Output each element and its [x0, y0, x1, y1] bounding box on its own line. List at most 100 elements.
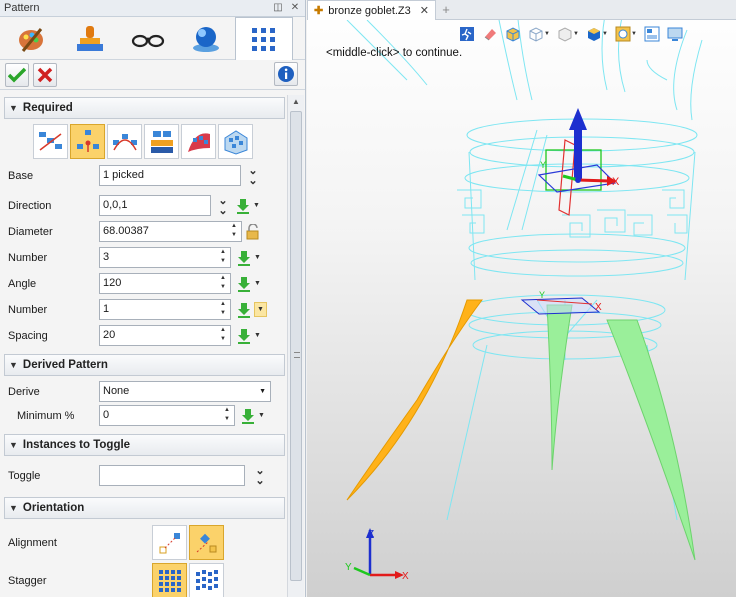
pattern-grid-icon[interactable] [235, 17, 293, 60]
orientation-header[interactable]: ▼ Orientation [4, 497, 285, 519]
cancel-button[interactable] [33, 62, 57, 87]
pattern-type-buttons [33, 124, 255, 159]
screen-icon[interactable] [665, 24, 685, 44]
render-mode-icon[interactable]: ▼ [613, 24, 639, 44]
svg-text:Y: Y [345, 562, 352, 573]
curve-pattern-icon[interactable] [107, 124, 142, 159]
spin-icon: ▲ ▼ [220, 275, 226, 290]
info-button[interactable] [274, 62, 298, 86]
panel-scrollbar[interactable]: ▲ [287, 95, 304, 597]
dropdown-icon[interactable]: ▼ [253, 202, 260, 209]
toggle-header[interactable]: ▼ Instances to Toggle [4, 434, 285, 456]
alignment-label: Alignment [8, 536, 57, 549]
pick-arrow-icon[interactable] [240, 408, 256, 424]
dropdown-icon: ▼ [259, 388, 266, 395]
lock-icon[interactable] [245, 223, 261, 240]
diameter-field[interactable]: 68.00387 ▲ ▼ [99, 221, 242, 242]
pick-arrow-icon[interactable] [236, 328, 252, 344]
scroll-thumb[interactable] [290, 111, 302, 581]
box-shaded-icon[interactable] [503, 24, 523, 44]
dropdown-icon[interactable]: ▼ [254, 332, 261, 339]
spin-icon: ▲ ▼ [220, 249, 226, 264]
align-rotate-icon[interactable] [189, 525, 224, 560]
new-tab-icon[interactable]: + [436, 0, 456, 19]
svg-text:X: X [612, 176, 620, 188]
spin-icon: ▲ ▼ [220, 301, 226, 316]
dropdown-icon[interactable]: ▼ [258, 412, 265, 419]
surface-pattern-icon[interactable] [181, 124, 216, 159]
dropdown-icon[interactable]: ▼ [254, 254, 261, 261]
derived-header[interactable]: ▼ Derived Pattern [4, 354, 285, 376]
derive-row: Derive None ▼ [8, 381, 278, 402]
angle-field[interactable]: 120 ▲ ▼ [99, 273, 231, 294]
derive-select[interactable]: None ▼ [99, 381, 271, 402]
sketch-paint-icon[interactable] [3, 17, 61, 60]
dock-icon[interactable]: ◫ [271, 1, 285, 15]
stamp-icon[interactable] [61, 17, 119, 60]
dropdown-icon[interactable]: ▼ [254, 302, 267, 317]
minimum-label: Minimum % [17, 409, 75, 422]
base-row: Base 1 picked ⌄ ⌄ [8, 165, 278, 186]
spacing-field[interactable]: 20 ▲ ▼ [99, 325, 231, 346]
required-section: ▼ Required [4, 97, 285, 119]
panel-icon-tabs [0, 17, 305, 60]
derived-section: ▼ Derived Pattern [4, 354, 285, 376]
stagger-offset-icon[interactable] [189, 563, 224, 597]
manipulator-lower[interactable]: X Y [520, 290, 602, 315]
ok-button[interactable] [5, 62, 29, 87]
view-toolbar: ▼ ▼ ▼ ▼ [457, 24, 688, 44]
expand-chevron-icon[interactable]: ⌄ ⌄ [246, 165, 260, 186]
svg-text:Z: Z [368, 529, 374, 540]
pick-arrow-icon[interactable] [236, 250, 252, 266]
minimum-field[interactable]: 0 ▲ ▼ [99, 405, 235, 426]
circular-pattern-icon[interactable] [70, 124, 105, 159]
number2-label: Number [8, 303, 48, 316]
number1-row: Number 3 ▲ ▼ ▼ [8, 247, 278, 268]
pick-arrow-icon[interactable] [235, 198, 251, 214]
pattern-panel: Pattern ◫ ✕ ▲ ▼ Required Base 1 picked ⌄… [0, 0, 306, 597]
align-none-icon[interactable] [152, 525, 187, 560]
view-cube-icon[interactable]: ▼ [584, 24, 610, 44]
toggle-section: ▼ Instances to Toggle [4, 434, 285, 456]
number2-field[interactable]: 1 ▲ ▼ [99, 299, 231, 320]
expand-chevron-icon[interactable]: ⌄ ⌄ [253, 465, 267, 486]
number1-field[interactable]: 3 ▲ ▼ [99, 247, 231, 268]
sphere-icon[interactable] [177, 17, 235, 60]
scroll-up-icon[interactable]: ▲ [288, 95, 304, 109]
ok-check-icon [8, 67, 26, 82]
stagger-label: Stagger [8, 574, 47, 587]
number2-row: Number 1 ▲ ▼ ▼ [8, 299, 278, 320]
base-field[interactable]: 1 picked [99, 165, 241, 186]
close-tab-icon[interactable]: ✕ [420, 4, 429, 17]
dropdown-icon[interactable]: ▼ [254, 280, 261, 287]
box-wire-icon[interactable]: ▼ [526, 24, 552, 44]
required-header[interactable]: ▼ Required [4, 97, 285, 119]
pick-arrow-icon[interactable] [236, 302, 252, 318]
layout-icon[interactable] [642, 24, 662, 44]
glasses-icon[interactable] [119, 17, 177, 60]
3d-viewport[interactable]: X Y X Y Z X Y ✚ bronze goblet.Z3 ✕ + ▼ ▼… [307, 0, 736, 597]
tab-bronze-goblet[interactable]: ✚ bronze goblet.Z3 ✕ [307, 0, 436, 20]
eraser-icon[interactable] [480, 24, 500, 44]
close-icon[interactable]: ✕ [288, 1, 302, 15]
spin-icon: ▲ ▼ [224, 407, 230, 422]
direction-field[interactable]: 0,0,1 [99, 195, 211, 216]
fill-pattern-icon[interactable] [218, 124, 253, 159]
pick-arrow-icon[interactable] [236, 276, 252, 292]
spacing-row: Spacing 20 ▲ ▼ ▼ [8, 325, 278, 346]
toggle-field[interactable] [99, 465, 245, 486]
expand-chevron-icon[interactable]: ⌄ ⌄ [216, 195, 230, 216]
collapse-triangle-icon: ▼ [9, 360, 18, 370]
minimum-row: Minimum % 0 ▲ ▼ ▼ [8, 405, 278, 426]
goblet-wireframe: X Y X Y Z X Y [345, 4, 703, 582]
stagger-grid-icon[interactable] [152, 563, 187, 597]
manipulator-upper[interactable]: X Y [537, 108, 620, 216]
linear-pattern-icon[interactable] [33, 124, 68, 159]
exit-icon[interactable] [457, 24, 477, 44]
alignment-buttons [152, 525, 226, 560]
cancel-x-icon [37, 67, 53, 82]
panel-title: Pattern [4, 2, 40, 14]
spacing-label: Spacing [8, 329, 48, 342]
box-hidden-icon[interactable]: ▼ [555, 24, 581, 44]
feature-pattern-icon[interactable] [144, 124, 179, 159]
